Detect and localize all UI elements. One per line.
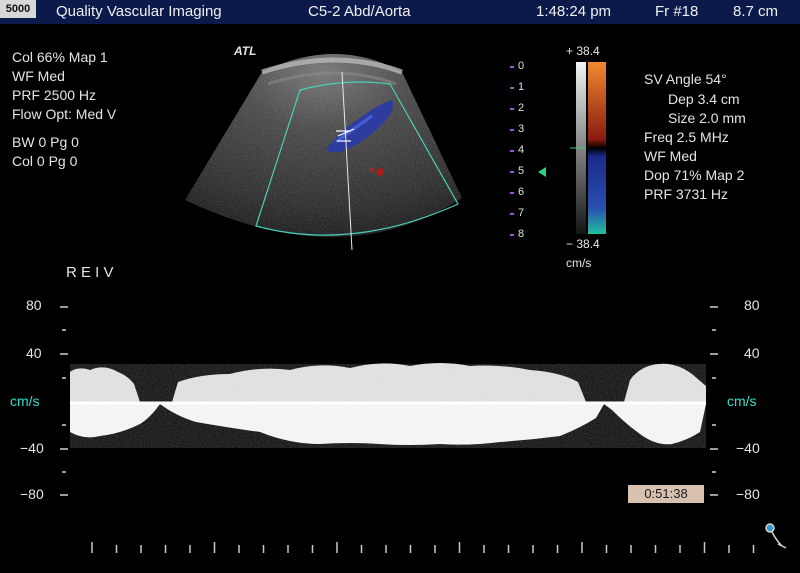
- focus-marker-icon: [538, 167, 546, 177]
- depth-scale-ticks: [510, 66, 514, 236]
- transducer-icon: [765, 523, 787, 549]
- spectral-waveform: [70, 363, 706, 448]
- b-mode-sector: [185, 54, 462, 238]
- time-axis-ticks: [91, 542, 755, 553]
- ultrasound-graphics: [60, 54, 787, 553]
- color-scale-bar: [570, 62, 606, 234]
